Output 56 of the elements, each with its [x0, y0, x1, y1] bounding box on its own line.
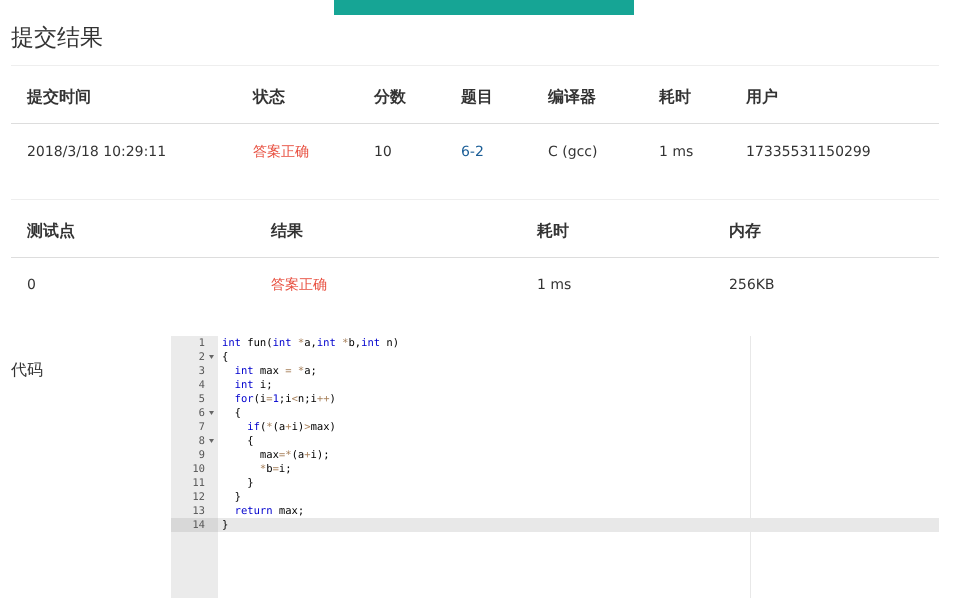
code-line: { — [234, 406, 241, 420]
table-cell: 17335531150299 — [746, 144, 871, 160]
problem-link[interactable]: 6-2 — [461, 144, 484, 160]
line-number: 5 — [198, 392, 205, 405]
page-title: 提交结果 — [11, 25, 104, 53]
fold-caret-icon[interactable] — [209, 438, 214, 443]
column-header: 内存 — [713, 199, 939, 258]
line-number: 9 — [198, 448, 205, 461]
status-text: 答案正确 — [253, 144, 309, 160]
code-line: } — [246, 476, 254, 490]
table-cell: 1 ms — [537, 276, 572, 293]
column-header: 状态 — [237, 65, 358, 124]
column-header: 耗时 — [643, 65, 730, 124]
code-line: { — [246, 434, 254, 448]
table-cell: 10 — [374, 144, 392, 160]
line-number: 13 — [192, 504, 205, 517]
section-label: 代码 — [11, 360, 43, 379]
column-header: 题目 — [445, 65, 532, 124]
column-header: 提交时间 — [11, 65, 237, 124]
code-line: return max; — [234, 504, 304, 518]
code-line: } — [221, 518, 228, 532]
line-number: 4 — [198, 378, 205, 391]
table-cell: 1 ms — [659, 144, 694, 160]
table-cell: 2018/3/18 10:29:11 — [27, 144, 166, 160]
column-header: 测试点 — [11, 199, 255, 258]
column-header: 耗时 — [521, 199, 713, 258]
table-cell: 256KB — [729, 276, 775, 293]
code-line: { — [221, 350, 228, 364]
column-header: 编译器 — [532, 65, 643, 124]
line-number: 7 — [198, 420, 205, 433]
line-number: 10 — [192, 462, 205, 475]
column-header: 用户 — [730, 65, 939, 124]
status-text: 答案正确 — [271, 276, 327, 293]
fold-caret-icon[interactable] — [209, 354, 214, 359]
code-line: int i; — [234, 378, 273, 392]
fold-caret-icon[interactable] — [209, 410, 214, 415]
column-header: 结果 — [255, 199, 521, 258]
code-line: *b=i; — [258, 462, 292, 476]
line-number: 8 — [198, 434, 205, 447]
table-cell: 0 — [27, 276, 36, 293]
line-number: 12 — [192, 490, 205, 503]
code-line: for(i=1;i<n;i++) — [234, 392, 336, 406]
line-number: 3 — [198, 364, 205, 377]
table-cell: C (gcc) — [548, 144, 598, 160]
line-number: 1 — [198, 336, 205, 349]
line-number: 11 — [192, 476, 205, 489]
line-number: 14 — [192, 518, 205, 531]
code-editor[interactable]: 1 int fun(int *a,int *b,int n) 2 { 3 int max = *a; 4 int i; 5 for(i=1;i<n;i++) 6 { 7 if(*(a+i)>max) 8 { 9 max=*(a+i); 10 *b=i; 11 } 12 } 13 return max; 14 } — [171, 336, 939, 598]
code-line: } — [234, 490, 241, 504]
code-line: int max = *a; — [234, 364, 317, 378]
column-header: 分数 — [358, 65, 445, 124]
code-line: int fun(int *a,int *b,int n) — [221, 336, 400, 350]
code-line: if(*(a+i)>max) — [246, 420, 336, 434]
line-number: 2 — [198, 350, 205, 363]
code-line: max=*(a+i); — [258, 448, 330, 462]
line-number: 6 — [198, 406, 205, 419]
